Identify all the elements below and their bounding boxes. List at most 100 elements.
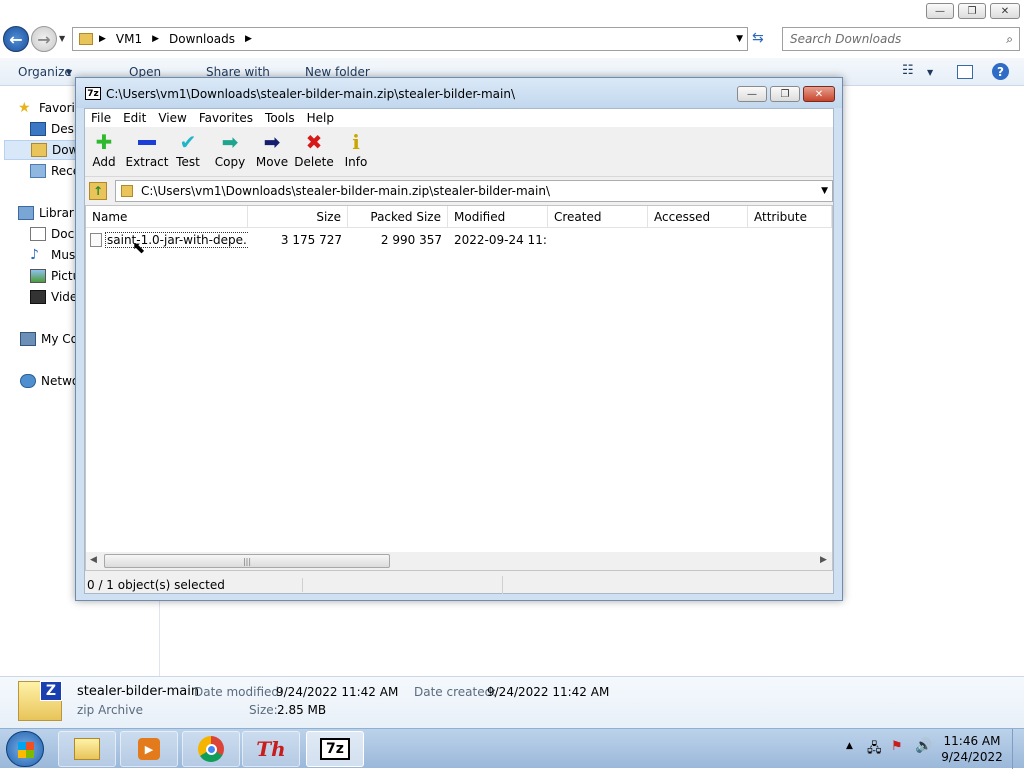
breadcrumb-vm1[interactable]: VM1: [116, 32, 142, 46]
status-bar: 0 / 1 object(s) selected: [85, 575, 833, 595]
sz-close-button[interactable]: ✕: [803, 86, 835, 102]
back-button[interactable]: ←: [3, 26, 29, 52]
horizontal-scrollbar[interactable]: ◀ ||| ▶: [86, 552, 832, 570]
column-accessed[interactable]: Accessed: [648, 206, 748, 228]
network-icon: [20, 374, 36, 388]
address-bar[interactable]: ▶ VM1 ▶ Downloads ▶ ▼: [72, 27, 748, 51]
nav-favorites[interactable]: ★ Favorites: [18, 98, 80, 118]
nav-network[interactable]: Network: [20, 371, 78, 391]
nav-libraries[interactable]: Libraries: [18, 203, 80, 223]
recent-pages-dropdown[interactable]: ▼: [59, 34, 65, 43]
address-dropdown-icon[interactable]: ▼: [736, 34, 743, 44]
show-hidden-icons[interactable]: ▲: [846, 741, 853, 751]
zip-folder-icon: Z: [18, 681, 62, 721]
row-accessed: [654, 229, 748, 251]
move-button[interactable]: ➡ Move: [251, 130, 293, 175]
clock[interactable]: 11:46 AM 9/24/2022: [940, 733, 1004, 765]
show-desktop-button[interactable]: [1012, 729, 1024, 769]
path-folder-icon: [121, 185, 133, 197]
column-size[interactable]: Size: [248, 206, 348, 228]
table-row[interactable]: saint-1.0-jar-with-depe... 3 175 727 2 9…: [86, 229, 832, 251]
scroll-right-icon[interactable]: ▶: [820, 555, 827, 565]
sevenzip-menubar: File Edit View Favorites Tools Help: [85, 109, 833, 127]
address-row: ← → ▼ ▶ VM1 ▶ Downloads ▶ ▼ ⇆ Search Dow…: [0, 24, 1024, 54]
sevenzip-window: 7z C:\Users\vm1\Downloads\stealer-bilder…: [75, 77, 843, 601]
nav-pictures[interactable]: Pictures: [30, 266, 78, 286]
row-name-cell[interactable]: saint-1.0-jar-with-depe...: [90, 229, 248, 251]
column-attributes[interactable]: Attribute: [748, 206, 832, 228]
sevenzip-path-row: ↑ C:\Users\vm1\Downloads\stealer-bilder-…: [85, 179, 833, 203]
nav-pictures-label: Pictures: [51, 269, 78, 283]
nav-network-label: Network: [41, 374, 78, 388]
add-button[interactable]: ✚ Add: [83, 130, 125, 175]
nav-videos[interactable]: Videos: [30, 287, 78, 307]
breadcrumb-separator-icon: ▶: [99, 34, 106, 44]
nav-computer-label: My Computer: [41, 332, 78, 346]
nav-downloads[interactable]: Downloads: [4, 140, 78, 160]
menu-edit[interactable]: Edit: [117, 111, 152, 125]
help-icon[interactable]: ?: [992, 63, 1009, 80]
nav-music[interactable]: ♪ Music: [30, 245, 78, 265]
taskbar-7zip[interactable]: 7z: [306, 731, 364, 767]
extract-button[interactable]: Extract: [125, 131, 169, 175]
details-filename: stealer-bilder-main: [77, 684, 200, 699]
menu-view[interactable]: View: [152, 111, 192, 125]
maximize-button[interactable]: ❐: [958, 3, 986, 19]
view-options-icon[interactable]: ☷: [902, 63, 914, 78]
taskbar-media-player[interactable]: ▶: [120, 731, 178, 767]
row-name: saint-1.0-jar-with-depe...: [105, 232, 248, 248]
music-icon: ♪: [30, 247, 39, 263]
copy-button[interactable]: ➡ Copy: [209, 130, 251, 175]
volume-icon[interactable]: 🔊: [915, 738, 932, 754]
status-cell-empty: [303, 576, 503, 594]
taskbar-explorer[interactable]: [58, 731, 116, 767]
network-tray-icon[interactable]: 🖧: [867, 739, 882, 761]
computer-icon: [20, 332, 36, 346]
nav-desktop[interactable]: Desktop: [30, 119, 78, 139]
explorer-titlebar: — ❐ ✕: [0, 0, 1024, 24]
breadcrumb-separator-icon: ▶: [244, 34, 252, 44]
minimize-button[interactable]: —: [926, 3, 954, 19]
forward-button[interactable]: →: [31, 26, 57, 52]
organize-button[interactable]: Organize: [18, 65, 72, 79]
path-combobox[interactable]: C:\Users\vm1\Downloads\stealer-bilder-ma…: [115, 180, 833, 202]
nav-music-label: Music: [51, 248, 78, 262]
scroll-thumb[interactable]: |||: [104, 554, 390, 568]
file-list-header: Name Size Packed Size Modified Created A…: [86, 206, 832, 228]
taskbar-chrome[interactable]: [182, 731, 240, 767]
column-name[interactable]: Name: [86, 206, 248, 228]
details-modified-value: 9/24/2022 11:42 AM: [276, 685, 399, 699]
menu-help[interactable]: Help: [301, 111, 340, 125]
search-input[interactable]: Search Downloads ⌕: [782, 27, 1020, 51]
nav-recent[interactable]: Recent Places: [30, 161, 78, 181]
menu-tools[interactable]: Tools: [259, 111, 301, 125]
sz-maximize-button[interactable]: ❐: [770, 86, 800, 102]
sz-minimize-button[interactable]: —: [737, 86, 767, 102]
nav-documents[interactable]: Documents: [30, 224, 78, 244]
column-created[interactable]: Created: [548, 206, 648, 228]
test-button[interactable]: ✔ Test: [167, 130, 209, 175]
close-button[interactable]: ✕: [990, 3, 1020, 19]
details-pane: Z stealer-bilder-main zip Archive Date m…: [0, 676, 1024, 728]
nav-documents-label: Documents: [51, 227, 78, 241]
breadcrumb-downloads[interactable]: Downloads: [169, 32, 235, 46]
scroll-left-icon[interactable]: ◀: [90, 555, 97, 565]
preview-pane-icon[interactable]: [957, 65, 973, 79]
refresh-icon[interactable]: ⇆: [752, 30, 764, 46]
copy-label: Copy: [214, 155, 246, 169]
view-dropdown-icon[interactable]: ▼: [927, 68, 933, 77]
column-packed-size[interactable]: Packed Size: [348, 206, 448, 228]
taskbar-thunderbird[interactable]: Th: [242, 731, 300, 767]
info-button[interactable]: i Info: [335, 130, 377, 175]
start-button[interactable]: [6, 731, 44, 767]
column-modified[interactable]: Modified: [448, 206, 548, 228]
folder-up-icon[interactable]: ↑: [89, 182, 107, 200]
path-dropdown-icon[interactable]: ▼: [821, 186, 828, 196]
action-center-icon[interactable]: ⚑: [891, 739, 903, 754]
menu-favorites[interactable]: Favorites: [193, 111, 259, 125]
delete-button[interactable]: ✖ Delete: [293, 130, 335, 175]
add-label: Add: [92, 155, 116, 169]
menu-file[interactable]: File: [85, 111, 117, 125]
test-label: Test: [176, 155, 200, 169]
nav-computer[interactable]: My Computer: [20, 329, 78, 349]
